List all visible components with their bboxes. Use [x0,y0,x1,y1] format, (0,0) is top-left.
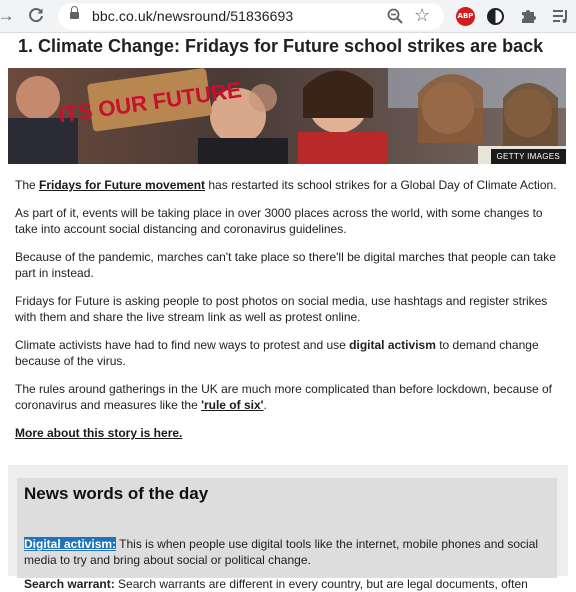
search-warrant-term: Search warrant: [24,577,115,591]
hero-image: ITS OUR FUTURE GETTY IMAGES [8,68,566,164]
forward-arrow-icon[interactable]: → [0,6,16,26]
zoom-icon[interactable] [386,7,404,25]
paragraph-5: Climate activists have had to find new w… [15,338,539,368]
paragraph-3: Because of the pandemic, marches can't t… [15,250,556,280]
reload-icon[interactable] [26,6,46,26]
digital-activism-highlight[interactable]: Digital activism: [24,537,117,551]
digital-activism-term: digital activism [349,338,436,352]
puzzle-icon[interactable] [519,7,538,26]
paragraph-6: The rules around gatherings in the UK ar… [15,382,552,412]
paragraph-1: The Fridays for Future movement has rest… [15,178,557,192]
queue-icon[interactable] [550,7,569,26]
image-credit: GETTY IMAGES [490,149,566,164]
news-words-title: News words of the day [24,484,209,503]
rule-of-six-link[interactable]: 'rule of six' [201,398,263,412]
news-words-section: News words of the day Digital activism: … [8,465,568,591]
article-page: 1. Climate Change: Fridays for Future sc… [0,33,576,591]
bookmark-star-icon[interactable]: ☆ [414,5,430,25]
paragraph-more: More about this story is here. [15,425,560,441]
paragraph-4: Fridays for Future is asking people to p… [15,294,548,324]
word-definition-1: Digital activism: This is when people us… [24,537,539,567]
word-definition-2: Search warrant: Search warrants are diff… [24,577,528,591]
protest-photo: ITS OUR FUTURE [8,68,566,164]
news-words-box: News words of the day Digital activism: … [17,478,557,591]
article-body: The Fridays for Future movement has rest… [15,177,560,453]
browser-toolbar: → bbc.co.uk/newsround/51836693 ☆ ABP [0,0,576,33]
paragraph-2: As part of it, events will be taking pla… [15,206,543,236]
address-bar[interactable]: bbc.co.uk/newsround/51836693 ☆ [58,3,444,30]
more-about-story-link[interactable]: More about this story is here. [15,426,182,440]
abp-icon[interactable]: ABP [456,7,475,26]
story-title: 1. Climate Change: Fridays for Future sc… [18,36,544,56]
lock-icon[interactable] [70,6,79,21]
fridays-for-future-link[interactable]: Fridays for Future movement [39,178,205,192]
url-text[interactable]: bbc.co.uk/newsround/51836693 [92,8,293,24]
half-circle-icon[interactable] [487,8,504,25]
